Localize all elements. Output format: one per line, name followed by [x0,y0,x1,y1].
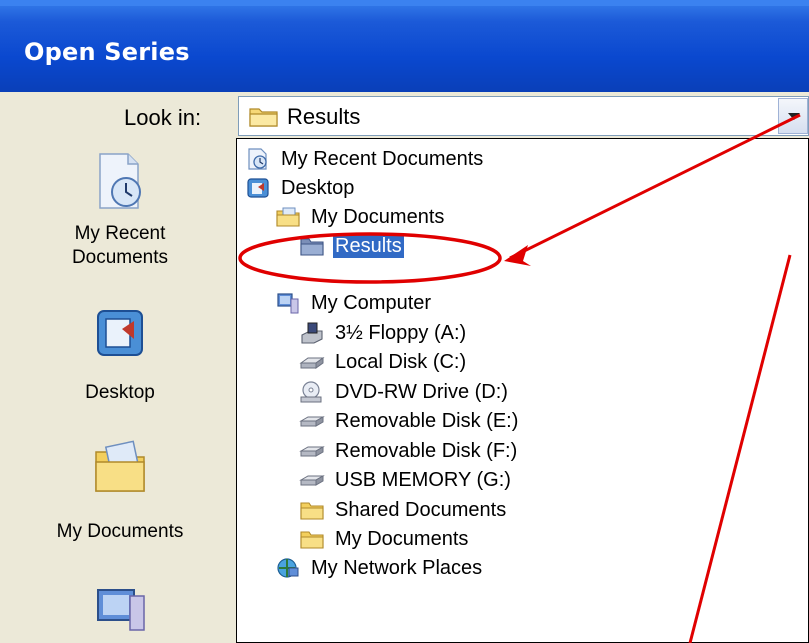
removable-disk-icon [299,416,325,427]
network-places-icon [277,558,299,578]
recent-documents-icon [248,148,267,170]
place-desktop[interactable]: Desktop [20,305,220,405]
place-label: Documents [71,247,169,268]
folder-icon [300,531,324,549]
list-item[interactable]: USB MEMORY (G:) [299,466,513,494]
desktop-icon [97,310,143,356]
list-item[interactable]: 3½ Floppy (A:) [299,319,468,347]
look-in-label: Look in: [124,105,202,130]
my-documents-folder-icon [95,440,145,492]
item-label: My Recent Documents [281,147,484,170]
place-my-documents[interactable]: My Documents [20,438,220,544]
item-label: Removable Disk (E:) [335,409,519,432]
look-in-dropdown-list[interactable]: My Recent Documents Desktop My Documents [236,138,809,643]
item-label: My Computer [311,291,432,314]
place-label: My Documents [56,521,184,542]
item-label: 3½ Floppy (A:) [335,321,467,344]
places-bar: My Recent Documents Desktop My Documents [20,140,220,643]
list-item[interactable]: Desktop [245,174,356,202]
floppy-drive-icon [301,322,323,344]
place-label: My Recent [74,223,166,244]
list-item[interactable]: My Network Places [275,554,484,582]
item-label: Removable Disk (F:) [335,439,518,462]
place-my-recent-documents[interactable]: My Recent Documents [20,150,220,270]
computer-icon [97,589,145,631]
look-in-combobox[interactable]: Results [238,96,809,136]
look-in-value: Results [287,104,361,129]
item-label: Shared Documents [335,498,507,521]
recent-documents-icon [99,153,141,209]
list-item[interactable]: My Computer [275,289,433,317]
item-label: My Documents [335,527,469,550]
removable-disk-icon [299,475,325,486]
place-my-computer[interactable] [20,580,220,643]
folder-icon [300,238,324,256]
list-item[interactable]: My Documents [275,203,446,231]
title-bar[interactable]: Open Series [0,0,809,92]
open-series-dialog: Open Series Look in: Results My Recent D… [0,0,809,643]
item-label: Results [333,234,404,258]
place-label: Desktop [85,382,155,403]
my-documents-folder-icon [276,207,300,227]
list-item[interactable]: DVD-RW Drive (D:) [299,378,510,406]
item-label: USB MEMORY (G:) [335,468,511,491]
folder-icon [300,502,324,520]
item-label: Desktop [281,176,355,199]
item-label: Local Disk (C:) [335,350,467,373]
list-item[interactable]: My Recent Documents [245,145,485,173]
desktop-icon [247,178,269,198]
look-in-dropdown-button[interactable] [778,98,808,134]
folder-icon [249,105,279,132]
list-item-selected[interactable]: Results [299,232,404,260]
item-label: DVD-RW Drive (D:) [335,380,508,403]
list-item[interactable]: Local Disk (C:) [299,348,468,376]
removable-disk-icon [299,446,325,457]
item-label: My Network Places [311,556,483,579]
computer-icon [277,293,299,314]
list-item[interactable]: My Documents [299,525,470,553]
chevron-down-icon [788,113,800,120]
dvd-drive-icon [300,381,322,403]
hard-disk-icon [299,357,325,369]
item-label: My Documents [311,205,445,228]
window-title: Open Series [24,38,190,66]
list-item[interactable]: Removable Disk (E:) [299,407,520,435]
list-item[interactable]: Shared Documents [299,496,508,524]
list-item[interactable]: Removable Disk (F:) [299,437,519,465]
